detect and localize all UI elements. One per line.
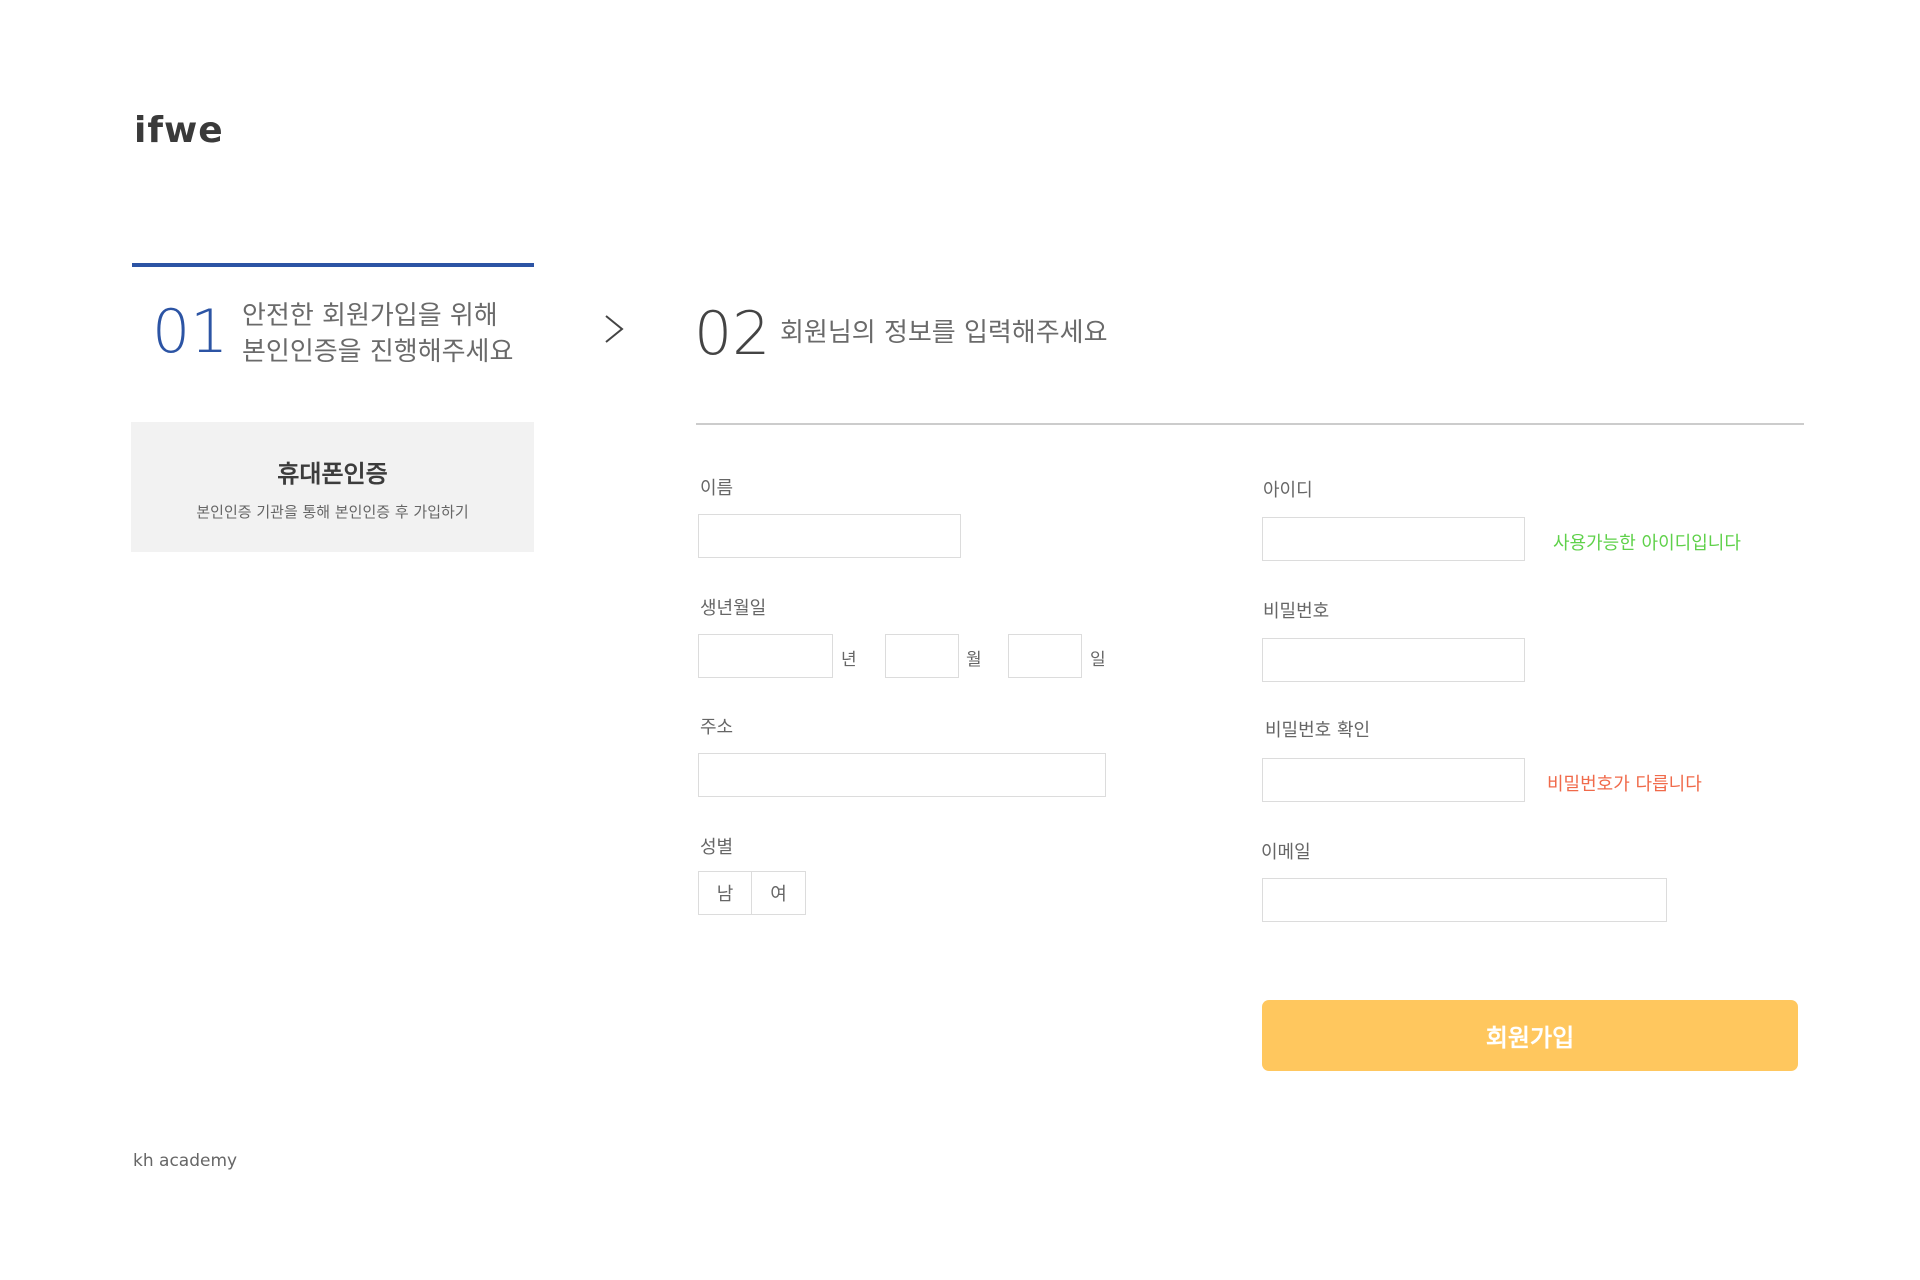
footer-text: kh academy <box>133 1151 238 1171</box>
gender-male-button[interactable]: 남 <box>698 871 752 915</box>
address-input[interactable] <box>698 753 1106 797</box>
password-input[interactable] <box>1262 638 1525 682</box>
form-divider <box>696 423 1804 425</box>
chevron-right-icon <box>605 315 624 343</box>
birth-month-unit: 월 <box>966 650 982 670</box>
password-label: 비밀번호 <box>1263 601 1330 622</box>
step1-number: 01 <box>152 297 229 367</box>
gender-label: 성별 <box>700 837 734 858</box>
id-available-message: 사용가능한 아이디입니다 <box>1553 533 1741 554</box>
address-label: 주소 <box>700 717 734 738</box>
step1-description: 안전한 회원가입을 위해 본인인증을 진행해주세요 <box>242 301 514 367</box>
logo[interactable]: ifwe <box>134 110 224 151</box>
signup-button[interactable]: 회원가입 <box>1262 1000 1798 1071</box>
step2-number: 02 <box>694 299 771 369</box>
birth-day-input[interactable] <box>1008 634 1082 678</box>
birth-day-unit: 일 <box>1090 650 1106 670</box>
name-input[interactable] <box>698 514 961 558</box>
gender-toggle: 남 여 <box>698 871 806 915</box>
birth-label: 생년월일 <box>700 598 767 619</box>
gender-female-button[interactable]: 여 <box>752 871 806 915</box>
password-mismatch-message: 비밀번호가 다릅니다 <box>1547 774 1702 795</box>
phone-auth-subtitle: 본인인증 기관을 통해 본인인증 후 가입하기 <box>196 503 469 521</box>
password-confirm-label: 비밀번호 확인 <box>1265 720 1371 741</box>
id-input[interactable] <box>1262 517 1525 561</box>
birth-year-input[interactable] <box>698 634 833 678</box>
email-label: 이메일 <box>1261 842 1311 863</box>
password-confirm-input[interactable] <box>1262 758 1525 802</box>
phone-auth-button[interactable]: 휴대폰인증 본인인증 기관을 통해 본인인증 후 가입하기 <box>131 422 534 552</box>
birth-year-unit: 년 <box>841 650 857 670</box>
birth-month-input[interactable] <box>885 634 959 678</box>
name-label: 이름 <box>700 478 734 499</box>
step2-description: 회원님의 정보를 입력해주세요 <box>780 318 1108 348</box>
step1-active-bar <box>132 263 534 267</box>
email-input[interactable] <box>1262 878 1667 922</box>
phone-auth-title: 휴대폰인증 <box>277 460 388 488</box>
id-label: 아이디 <box>1263 480 1313 501</box>
